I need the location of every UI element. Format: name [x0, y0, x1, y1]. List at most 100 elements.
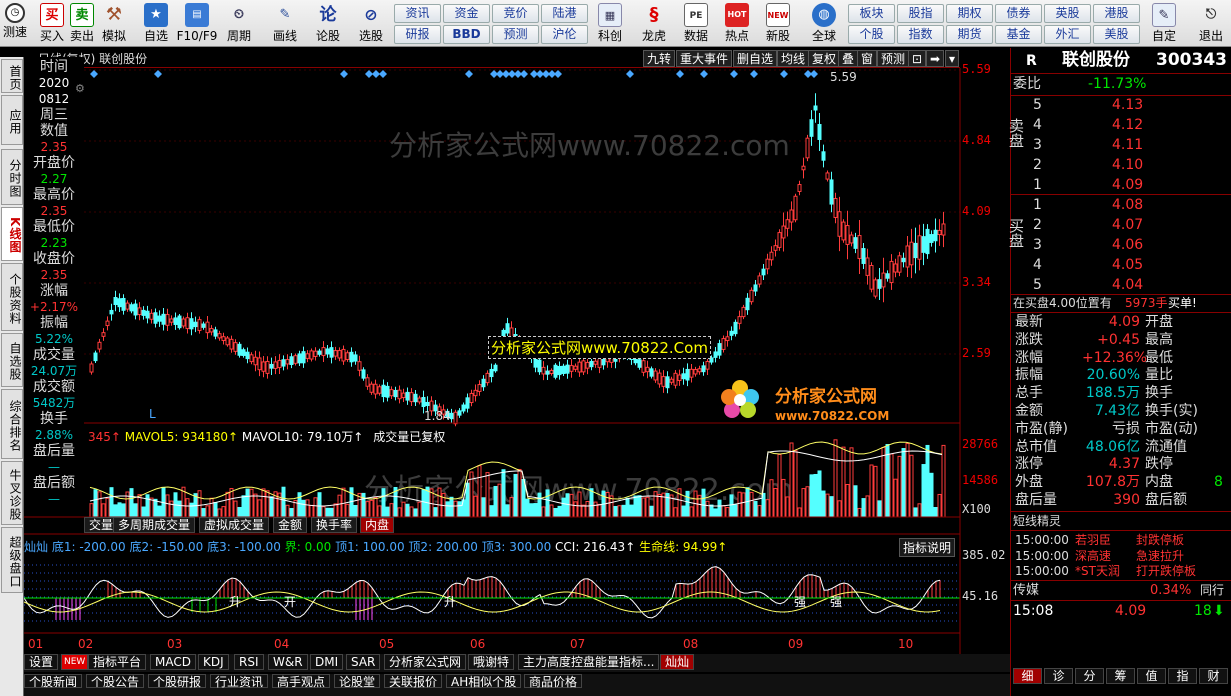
sell-price[interactable]: 4.12	[1112, 117, 1143, 134]
arrow-right-icon[interactable]: ➡	[926, 50, 945, 67]
buy-price[interactable]: 4.07	[1112, 217, 1143, 234]
tab-diagnosis[interactable]: 牛叉诊股	[1, 461, 23, 525]
tab-commodity-prices[interactable]: 商品价格	[524, 674, 583, 689]
sector-button[interactable]: 板块	[848, 4, 895, 23]
draw-line-button[interactable]: ✎ 画线	[268, 2, 302, 46]
buy-price[interactable]: 4.06	[1112, 237, 1143, 254]
funds-button[interactable]: 资金	[443, 4, 490, 23]
quote-tab[interactable]: 细	[1013, 668, 1042, 684]
tab-related-quotes[interactable]: 关联报价	[384, 674, 443, 689]
tab-rsi[interactable]: RSI	[234, 654, 264, 670]
adjust-button[interactable]: 复权	[808, 50, 841, 67]
quote-tab[interactable]: 指	[1168, 668, 1197, 684]
auction-button[interactable]: 竞价	[492, 4, 539, 23]
nine-turn-button[interactable]: 九转	[643, 50, 676, 67]
f10-button[interactable]: ▤ F10/F9	[176, 2, 218, 46]
elf-stock[interactable]: *ST天润	[1075, 564, 1120, 579]
window-button[interactable]: 窗	[857, 50, 878, 67]
speed-test-button[interactable]: ◷ 测速	[2, 2, 28, 46]
fund-button[interactable]: 基金	[995, 25, 1042, 44]
tab-apps[interactable]: 应用	[1, 95, 23, 145]
elf-stock[interactable]: 深高速	[1075, 549, 1111, 564]
settings-gear-icon[interactable]: ⚙	[75, 82, 85, 95]
research-button[interactable]: 研报	[394, 25, 441, 44]
tab-ranking[interactable]: 综合排名	[1, 389, 23, 459]
ma-button[interactable]: 均线	[777, 50, 810, 67]
tab-turnover[interactable]: 换手率	[311, 517, 358, 533]
exit-button[interactable]: ⎋ 退出	[1194, 2, 1228, 46]
sell-price[interactable]: 4.11	[1112, 137, 1143, 154]
individual-stocks-button[interactable]: 个股	[848, 25, 895, 44]
tab-stock-news[interactable]: 个股新闻	[24, 674, 83, 689]
dragon-tiger-button[interactable]: § 龙虎	[636, 2, 672, 46]
major-events-button[interactable]: 重大事件	[676, 50, 733, 67]
tab-watchlist[interactable]: 自选股	[1, 333, 23, 387]
tab-kline[interactable]: K线图	[1, 207, 23, 261]
tab-multi-period-volume[interactable]: 多周期成交量	[113, 517, 196, 533]
overlay-button[interactable]: 叠	[838, 50, 859, 67]
quote-tab[interactable]: 诊	[1044, 668, 1073, 684]
elf-stock[interactable]: 若羽臣	[1075, 533, 1111, 548]
dropdown-icon[interactable]: ▾	[945, 50, 960, 67]
simulate-button[interactable]: ⚒ 模拟	[100, 2, 128, 46]
indexes-button[interactable]: 指数	[897, 25, 944, 44]
sell-price[interactable]: 4.10	[1112, 157, 1143, 174]
quote-tab[interactable]: 筹	[1106, 668, 1135, 684]
tab-super-order-book[interactable]: 超级盘口	[1, 527, 23, 593]
quote-tab[interactable]: 财	[1199, 668, 1228, 684]
tab-main-control[interactable]: 主力高度控盘能量指标...	[518, 654, 660, 670]
tab-timeshare[interactable]: 分时图	[1, 149, 23, 205]
tab-stock-announcements[interactable]: 个股公告	[86, 674, 145, 689]
tab-virtual-volume[interactable]: 虚拟成交量	[199, 517, 270, 533]
tab-settings[interactable]: 设置	[24, 654, 59, 670]
us-stocks-button[interactable]: 美股	[1093, 25, 1140, 44]
remove-watchlist-button[interactable]: 删自选	[733, 50, 778, 67]
tab-industry-news[interactable]: 行业资讯	[210, 674, 269, 689]
tab-indicator-platform[interactable]: 指标平台	[88, 654, 147, 670]
news-button[interactable]: 资讯	[394, 4, 441, 23]
hk-stocks-button[interactable]: 港股	[1093, 4, 1140, 23]
options-button[interactable]: 期权	[946, 4, 993, 23]
tab-sar[interactable]: SAR	[346, 654, 381, 670]
hk-connect-button[interactable]: 陆港	[541, 4, 588, 23]
discuss-button[interactable]: 论 论股	[313, 2, 343, 46]
lock-icon[interactable]: ⊡	[908, 50, 927, 67]
sell-button[interactable]: 卖 卖出	[68, 2, 96, 46]
custom-button[interactable]: ✎ 自定	[1146, 2, 1182, 46]
quote-tab[interactable]: 分	[1075, 668, 1104, 684]
hot-button[interactable]: HOT 热点	[720, 2, 754, 46]
period-button[interactable]: ⏲ 周期	[222, 2, 256, 46]
tab-amount[interactable]: 金额	[273, 517, 308, 533]
index-futures-button[interactable]: 股指	[897, 4, 944, 23]
bbd-button[interactable]: BBD	[443, 25, 490, 44]
tab-macd[interactable]: MACD	[150, 654, 196, 670]
tab-formula-site[interactable]: 分析家公式网	[384, 654, 467, 670]
kline-chart[interactable]: 分析家公式网www.70822.com 分析家公式网www.70822.com …	[24, 68, 1010, 658]
tab-stock-research[interactable]: 个股研报	[148, 674, 207, 689]
buy-price[interactable]: 4.08	[1112, 197, 1143, 214]
star-market-button[interactable]: ▦ 科创	[592, 2, 628, 46]
tab-forum[interactable]: 论股堂	[334, 674, 381, 689]
quote-tab[interactable]: 值	[1137, 668, 1166, 684]
new-stock-button[interactable]: NEW 新股	[760, 2, 796, 46]
tab-oxiete[interactable]: 哦谢特	[468, 654, 515, 670]
tab-inner[interactable]: 内盘	[360, 517, 395, 533]
uk-stocks-button[interactable]: 英股	[1044, 4, 1091, 23]
global-button[interactable]: ◍ 全球	[806, 2, 842, 46]
indicator-help-button[interactable]: 指标说明	[899, 538, 956, 557]
tab-kdj[interactable]: KDJ	[198, 654, 229, 670]
buy-price[interactable]: 4.04	[1112, 277, 1143, 294]
favorites-button[interactable]: ★ 自选	[139, 2, 173, 46]
shanghai-london-button[interactable]: 沪伦	[541, 25, 588, 44]
tab-wr[interactable]: W&R	[268, 654, 308, 670]
forecast-button[interactable]: 预测	[492, 25, 539, 44]
tab-ah-similar[interactable]: AH相似个股	[446, 674, 522, 689]
tab-cancan[interactable]: 灿灿	[660, 654, 695, 670]
buy-button[interactable]: 买 买入	[38, 2, 66, 46]
data-button[interactable]: PE 数据	[678, 2, 714, 46]
tab-expert-views[interactable]: 高手观点	[272, 674, 331, 689]
sell-price[interactable]: 4.09	[1112, 177, 1143, 194]
tab-dmi[interactable]: DMI	[310, 654, 344, 670]
tab-home[interactable]: 首页	[1, 59, 23, 93]
stock-pick-button[interactable]: ⊘ 选股	[354, 2, 388, 46]
